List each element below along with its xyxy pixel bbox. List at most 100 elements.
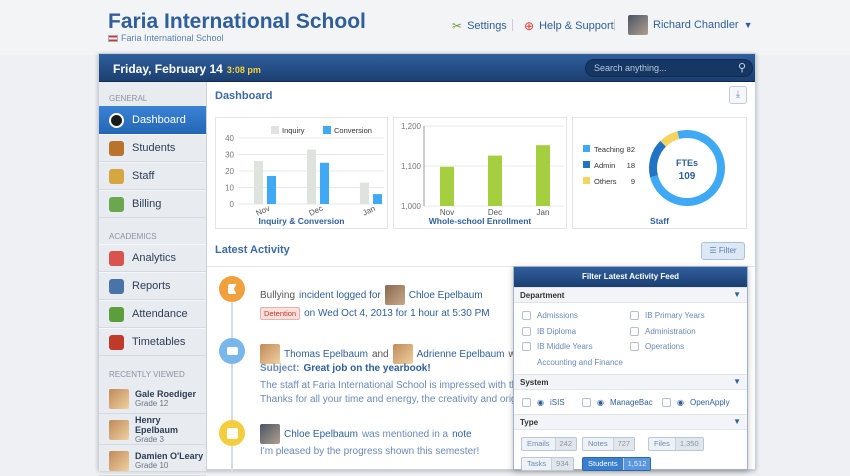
sidebar-item-label: Dashboard [132,114,186,126]
checkbox[interactable] [522,326,531,336]
sidebar-item-timetables[interactable]: Timetables [99,328,206,356]
analytics-icon [109,250,124,266]
user-menu[interactable]: Richard Chandler ▼ [628,15,753,35]
type-filter-students[interactable]: Students 1,512 [582,457,652,471]
school-name[interactable]: Faria International School [108,10,366,34]
sidebar-item-staff[interactable]: Staff [99,162,206,190]
chevron-down-icon: ▼ [733,417,741,426]
recent-student[interactable]: Gale Roediger Grade 12 [99,384,206,414]
department-option[interactable]: Admissions [522,311,578,320]
bar [360,182,369,204]
legend-label: Conversion [334,126,372,135]
inquiry-chart-panel: 0 10 20 30 40 Inquiry Conversion Nov Dec Jan Inqu… [215,117,388,229]
type-filter-emails[interactable]: Emails 242 [521,437,578,451]
legend-swatch [323,126,331,134]
y-tick-label: 40 [225,134,234,143]
incident-detail-link[interactable]: on Wed Oct 4, 2013 for 1 hour at 5:30 PM [304,308,489,319]
sidebar-item-label: Staff [132,170,155,182]
filter-button[interactable]: ☰ Filter [701,242,745,260]
incident-link[interactable]: incident logged for [299,290,381,301]
message-body: Thanks for all your time and energy, the… [260,394,519,405]
settings-link[interactable]: ✂ Settings [452,19,507,33]
checkbox[interactable] [582,398,591,407]
bar [373,194,382,204]
bar [320,162,329,204]
checkbox[interactable] [522,398,531,407]
person-link[interactable]: Chloe Epelbaum [284,429,358,440]
sidebar-item-attendance[interactable]: Attendance [99,300,206,328]
department-option[interactable]: Operations [630,342,684,351]
chevron-down-icon: ▼ [733,377,741,386]
checkbox[interactable] [630,342,639,351]
legend-value: 18 [627,161,635,170]
chevron-down-icon: ▼ [733,290,741,299]
activity-detail: Detention on Wed Oct 4, 2013 for 1 hour a… [260,307,490,320]
section-heading-recent: RECENTLY VIEWED [109,370,185,379]
sidebar-item-dashboard[interactable]: Dashboard [99,106,206,134]
sidebar-item-students[interactable]: Students [99,134,206,162]
bar [307,149,316,204]
system-option[interactable]: ◉ iSIS [522,398,565,407]
legend-swatch [583,145,590,152]
checkbox[interactable] [662,398,671,407]
system-option[interactable]: ◉ OpenApply [662,398,730,407]
department-option[interactable]: Administration [630,326,696,336]
student-name: Damien O'Leary [135,451,204,461]
checkbox[interactable] [522,311,531,320]
y-tick-label: 20 [225,167,234,176]
sidebar-item-label: Timetables [132,336,186,348]
filter-title: Filter Latest Activity Feed [514,267,747,287]
legend-label: Inquiry [282,126,305,135]
legend-value: 82 [627,145,635,154]
student-name: Gale Roediger [135,389,197,399]
school-switcher[interactable]: Faria International School [108,33,224,43]
download-button[interactable]: ⤓ [729,86,747,104]
note-icon [219,420,245,446]
bar [440,166,454,206]
sidebar-item-label: Billing [132,198,162,210]
recent-student[interactable]: Henry Epelbaum Grade 3 [99,415,206,445]
type-filter-notes[interactable]: Notes 727 [582,437,636,451]
department-option[interactable]: Accounting and Finance [522,358,623,367]
sidebar-item-analytics[interactable]: Analytics [99,244,206,272]
person-link[interactable]: Adrienne Epelbaum [417,349,505,360]
type-section-header[interactable]: Type ▼ [514,414,747,430]
department-option[interactable]: IB Primary Years [630,311,705,320]
checkbox[interactable] [522,342,531,351]
legend-swatch [271,126,279,134]
sidebar-item-reports[interactable]: Reports [99,272,206,300]
checkbox[interactable] [630,311,639,320]
page-title: Dashboard [215,90,273,102]
department-option[interactable]: IB Diploma [522,326,576,336]
chart-title: Staff [650,216,669,226]
type-filter-files[interactable]: Files 1,350 [648,437,704,451]
chart-title: Whole-school Enrollment [428,216,532,226]
department-option[interactable]: IB Middle Years [522,342,593,351]
person-link[interactable]: Thomas Epelbaum [284,349,368,360]
student-name: Henry Epelbaum [135,415,179,435]
person-link[interactable]: Chloe Epelbaum [409,290,483,301]
sidebar-item-billing[interactable]: Billing [99,190,206,218]
note-body: I'm pleased by the progress shown this s… [260,446,480,457]
system-section-header[interactable]: System ▼ [514,374,747,390]
department-section-header[interactable]: Department ▼ [514,287,747,303]
y-tick-label: 1,200 [401,122,422,131]
y-tick-label: 0 [230,200,235,209]
type-filter-tasks[interactable]: Tasks 934 [521,457,574,471]
note-link[interactable]: note [452,429,471,440]
search-input[interactable]: Search anything... ⚲ [585,59,753,77]
activity-item: Thomas Epelbaumand Adrienne Epelbaumwere [260,344,530,364]
timetables-icon [109,334,124,350]
avatar [109,419,129,440]
checkbox[interactable] [630,326,639,336]
help-link[interactable]: ⊕ Help & Support [524,19,614,33]
search-icon: ⚲ [737,62,746,74]
students-icon [109,140,124,156]
reports-icon [109,278,124,294]
legend-value: 9 [631,177,635,186]
system-option[interactable]: ◉ ManageBac [582,398,653,407]
enrollment-chart-panel: 1,000 1,100 1,200 Nov Dec Jan Whole-school En… [393,117,567,229]
y-tick-label: 10 [225,184,234,193]
detention-badge: Detention [260,307,301,320]
recent-student[interactable]: Damien O'Leary Grade 10 [99,446,206,476]
